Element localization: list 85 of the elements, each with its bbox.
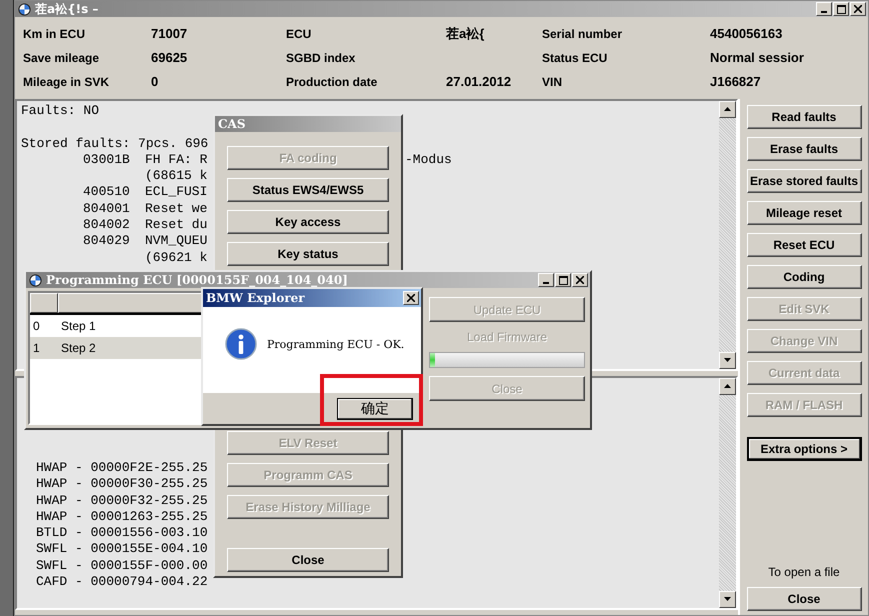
info-value: 71007 bbox=[151, 25, 188, 43]
close-icon bbox=[576, 276, 584, 284]
logo-icon bbox=[18, 2, 31, 16]
logo-icon bbox=[29, 274, 42, 286]
fault-text: NVM_QUEU bbox=[145, 233, 208, 250]
info-label: SGBD index bbox=[286, 50, 356, 67]
info-value: 茬a衳{ bbox=[446, 25, 486, 43]
info-label: VIN bbox=[542, 74, 564, 91]
log-line: HWAP - 00000F32-255.25 bbox=[36, 492, 208, 509]
close-button[interactable] bbox=[572, 273, 588, 287]
info-label: ECU bbox=[286, 26, 312, 43]
log-line: HWAP - 00000F30-255.25 bbox=[36, 476, 208, 493]
log-line: Stored faults: 7pcs. 696 bbox=[21, 136, 208, 152]
fault-text: ECL_FUSI bbox=[145, 184, 208, 201]
side-button[interactable]: Extra options > bbox=[746, 437, 862, 461]
close-icon bbox=[854, 5, 862, 13]
table-cell-text: Step 2 bbox=[60, 340, 97, 357]
log-line: BTLD - 00001556-003.10 bbox=[36, 525, 208, 542]
fault-text: (68615 k bbox=[145, 168, 208, 184]
info-label: Save mileage bbox=[23, 50, 100, 67]
info-value: 0 bbox=[151, 73, 160, 91]
maximize-icon bbox=[558, 276, 568, 284]
table-cell-text: Step 1 bbox=[60, 318, 97, 335]
cas-button[interactable]: Key status bbox=[227, 242, 389, 266]
close-button[interactable] bbox=[403, 291, 419, 305]
info-value: J166827 bbox=[710, 73, 762, 91]
log-line: CAFD - 00000794-004.22 bbox=[36, 574, 208, 590]
side-button[interactable]: Reset ECU bbox=[746, 233, 862, 257]
log-line: HWAP - 00001263-255.25 bbox=[36, 508, 208, 526]
side-button[interactable]: Read faults bbox=[746, 105, 862, 129]
scroll-up-button[interactable] bbox=[719, 101, 736, 118]
window-title: Programming ECU [0000155F_004_104_040] bbox=[46, 273, 349, 287]
log-line: SWFL - 0000155F-000.00 bbox=[36, 558, 208, 574]
message-text: Programming ECU - OK. bbox=[267, 338, 404, 350]
fault-code: 804029 bbox=[83, 233, 131, 250]
log-line: HWAP - 00000F2E-255.25 bbox=[36, 460, 208, 476]
fault-code: 400510 bbox=[83, 184, 131, 201]
triangle-icon bbox=[723, 382, 732, 391]
info-label: Production date bbox=[286, 74, 378, 91]
info-icon bbox=[225, 328, 257, 360]
maximize-button[interactable] bbox=[833, 2, 849, 16]
info-value: Normal sessior bbox=[710, 49, 805, 67]
fault-code: 804001 bbox=[83, 200, 131, 218]
triangle-icon bbox=[723, 105, 732, 114]
info-label: Km in ECU bbox=[23, 26, 86, 43]
fault-text: FH FA: R bbox=[145, 152, 208, 168]
side-button[interactable]: Mileage reset bbox=[746, 201, 862, 225]
fault-code: 03001B bbox=[83, 152, 131, 168]
firmware-label: Load Firmware bbox=[466, 330, 548, 344]
info-label: Mileage in SVK bbox=[23, 74, 110, 91]
table-cell-text: 1 bbox=[32, 340, 41, 357]
open-file-note: To open a file bbox=[768, 565, 840, 579]
side-button[interactable]: Erase faults bbox=[746, 137, 862, 161]
ok-button[interactable]: 确定 bbox=[337, 398, 413, 420]
close-button[interactable]: Close bbox=[746, 587, 862, 611]
fault-code: 804002 bbox=[83, 217, 131, 234]
scroll-up-button[interactable] bbox=[719, 378, 736, 395]
scroll-down-button[interactable] bbox=[719, 591, 736, 608]
fault-text: Reset du bbox=[145, 217, 208, 234]
maximize-button[interactable] bbox=[555, 273, 571, 287]
fault-text: Reset we bbox=[145, 200, 208, 218]
maximize-icon bbox=[836, 4, 846, 14]
fault-text: -Modus bbox=[405, 152, 452, 168]
cas-button[interactable]: Key access bbox=[227, 210, 389, 234]
close-button[interactable]: Close bbox=[227, 548, 389, 572]
table-cell-text: 0 bbox=[32, 318, 41, 335]
window-title: 茬a衳{!s – bbox=[35, 0, 100, 18]
close-icon bbox=[407, 294, 415, 302]
info-value: 4540056163 bbox=[710, 25, 784, 43]
window-title: BMW Explorer bbox=[206, 291, 306, 305]
minimize-button[interactable] bbox=[816, 2, 832, 16]
cas-button[interactable]: Status EWS4/EWS5 bbox=[227, 178, 389, 202]
info-label: Serial number bbox=[542, 26, 624, 43]
close-button[interactable] bbox=[850, 2, 866, 16]
side-button[interactable]: Coding bbox=[746, 265, 862, 289]
fault-text: (69621 k bbox=[145, 250, 208, 266]
info-label: Status ECU bbox=[542, 50, 608, 67]
info-value: 27.01.2012 bbox=[446, 73, 512, 91]
side-button[interactable]: Erase stored faults bbox=[746, 169, 862, 193]
minimize-button[interactable] bbox=[538, 273, 554, 287]
log-line: Faults: NO bbox=[21, 103, 100, 120]
scroll-down-button[interactable] bbox=[719, 352, 736, 369]
info-value: 69625 bbox=[151, 49, 188, 67]
window-title: CAS bbox=[218, 117, 247, 131]
log-line: SWFL - 0000155E-004.10 bbox=[36, 541, 208, 558]
